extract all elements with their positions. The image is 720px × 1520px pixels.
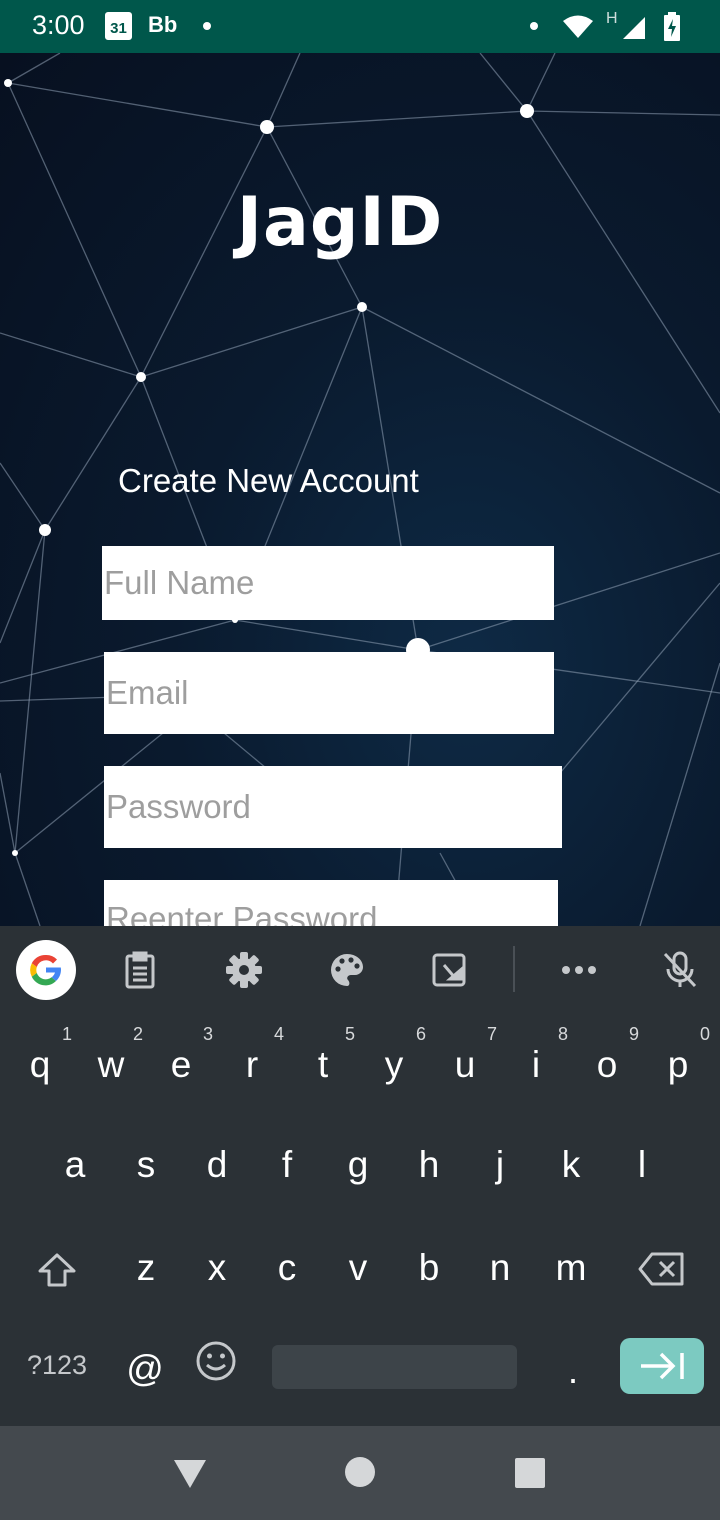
wifi-icon bbox=[563, 15, 593, 38]
settings-icon[interactable] bbox=[222, 948, 266, 992]
key-l[interactable]: l bbox=[612, 1144, 672, 1186]
shift-icon[interactable] bbox=[37, 1252, 77, 1288]
key-z[interactable]: z bbox=[116, 1247, 176, 1289]
backspace-icon[interactable] bbox=[638, 1252, 684, 1286]
password-field[interactable]: Password bbox=[104, 766, 562, 848]
space-key[interactable] bbox=[272, 1345, 517, 1389]
status-time: 3:00 bbox=[32, 10, 85, 40]
status-bar: 3:00 31 Bb H bbox=[0, 0, 720, 53]
key-h[interactable]: h bbox=[399, 1144, 459, 1186]
clipboard-icon[interactable] bbox=[118, 948, 162, 992]
next-key[interactable] bbox=[620, 1338, 704, 1394]
more-icon[interactable] bbox=[557, 948, 601, 992]
mic-off-icon[interactable] bbox=[658, 948, 702, 992]
key-t[interactable]: t5 bbox=[293, 1024, 355, 1086]
key-d[interactable]: d bbox=[187, 1144, 247, 1186]
notification-dot-icon bbox=[203, 22, 211, 30]
key-g[interactable]: g bbox=[328, 1144, 388, 1186]
key-o[interactable]: o9 bbox=[577, 1024, 639, 1086]
key-k[interactable]: k bbox=[541, 1144, 601, 1186]
notification-label: Bb bbox=[148, 12, 178, 37]
reenter-password-field[interactable]: Reenter Password bbox=[104, 880, 558, 926]
key-j[interactable]: j bbox=[470, 1144, 530, 1186]
key-n[interactable]: n bbox=[470, 1247, 530, 1289]
key-period[interactable]: . bbox=[543, 1350, 603, 1392]
email-placeholder: Email bbox=[106, 674, 189, 711]
key-y[interactable]: y6 bbox=[364, 1024, 426, 1086]
key-b[interactable]: b bbox=[399, 1247, 459, 1289]
recents-icon[interactable] bbox=[514, 1457, 546, 1489]
key-at[interactable]: @ bbox=[115, 1348, 175, 1390]
key-v[interactable]: v bbox=[328, 1247, 388, 1289]
keyboard: q1 w2 e3 r4 t5 y6 u7 i8 o9 p0 a s d f g … bbox=[0, 1014, 720, 1426]
key-a[interactable]: a bbox=[45, 1144, 105, 1186]
password-placeholder: Password bbox=[106, 788, 251, 825]
reenter-password-placeholder: Reenter Password bbox=[106, 900, 378, 926]
notification-dot-icon bbox=[530, 22, 538, 30]
network-type-label: H bbox=[606, 10, 618, 27]
key-c[interactable]: c bbox=[257, 1247, 317, 1289]
app-screen: JagID Create New Account Full Name Email… bbox=[0, 53, 720, 926]
app-logo: JagID bbox=[236, 183, 444, 262]
battery-icon bbox=[664, 12, 680, 41]
key-u[interactable]: u7 bbox=[435, 1024, 497, 1086]
key-x[interactable]: x bbox=[187, 1247, 247, 1289]
calendar-icon: 31 bbox=[105, 12, 132, 40]
emoji-icon[interactable] bbox=[195, 1340, 237, 1382]
signal-icon bbox=[623, 17, 645, 39]
key-i[interactable]: i8 bbox=[506, 1024, 568, 1086]
home-icon[interactable] bbox=[344, 1456, 376, 1488]
key-q[interactable]: q1 bbox=[10, 1024, 72, 1086]
full-name-field[interactable]: Full Name bbox=[102, 546, 554, 620]
key-p[interactable]: p0 bbox=[648, 1024, 710, 1086]
back-icon[interactable] bbox=[172, 1458, 208, 1490]
page-title: Create New Account bbox=[118, 462, 419, 499]
key-s[interactable]: s bbox=[116, 1144, 176, 1186]
email-field[interactable]: Email bbox=[104, 652, 554, 734]
palette-icon[interactable] bbox=[325, 948, 369, 992]
full-name-placeholder: Full Name bbox=[104, 564, 255, 601]
navigation-bar bbox=[0, 1426, 720, 1520]
key-e[interactable]: e3 bbox=[151, 1024, 213, 1086]
key-f[interactable]: f bbox=[257, 1144, 317, 1186]
keyboard-toolbar bbox=[0, 926, 720, 1014]
key-r[interactable]: r4 bbox=[222, 1024, 284, 1086]
next-arrow-icon bbox=[641, 1352, 684, 1380]
symbols-key[interactable]: ?123 bbox=[20, 1350, 94, 1381]
google-icon[interactable] bbox=[16, 940, 76, 1000]
toolbar-divider bbox=[513, 946, 515, 992]
key-m[interactable]: m bbox=[541, 1247, 601, 1289]
screenshot-icon[interactable] bbox=[427, 948, 471, 992]
key-w[interactable]: w2 bbox=[81, 1024, 143, 1086]
